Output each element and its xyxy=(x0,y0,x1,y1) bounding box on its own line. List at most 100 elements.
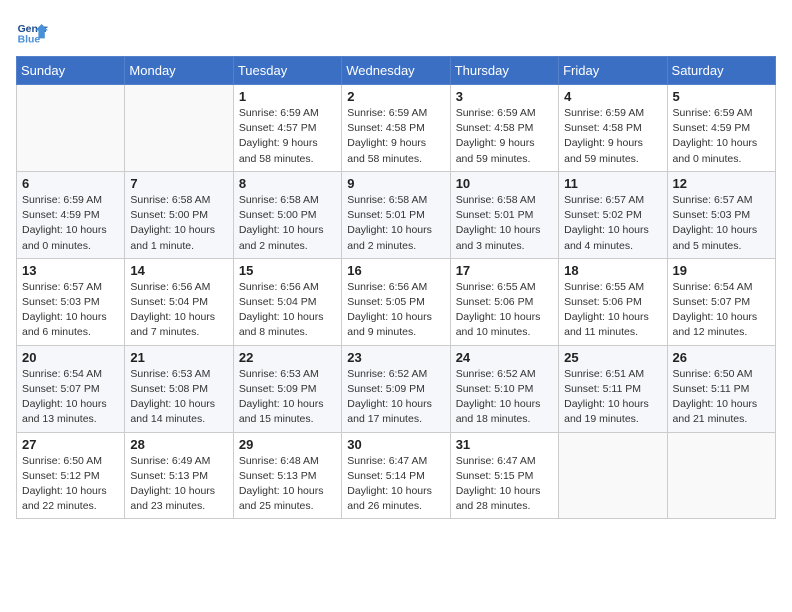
calendar-cell xyxy=(125,85,233,172)
calendar-cell: 7Sunrise: 6:58 AMSunset: 5:00 PMDaylight… xyxy=(125,171,233,258)
day-number: 23 xyxy=(347,350,444,365)
day-info: Sunrise: 6:59 AMSunset: 4:57 PMDaylight:… xyxy=(239,106,336,167)
calendar-cell: 15Sunrise: 6:56 AMSunset: 5:04 PMDayligh… xyxy=(233,258,341,345)
calendar-cell: 25 Sunrise: 6:51 AMSunset: 5:11 PMDayligh… xyxy=(559,345,667,432)
logo-icon: General Blue xyxy=(16,16,48,48)
logo: General Blue xyxy=(16,16,48,48)
day-number: 19 xyxy=(673,263,770,278)
day-info: Sunrise: 6:58 AMSunset: 5:00 PMDaylight:… xyxy=(130,193,227,254)
calendar-cell: 13 Sunrise: 6:57 AMSunset: 5:03 PMDayligh… xyxy=(17,258,125,345)
day-number: 11 xyxy=(564,176,661,191)
day-number: 20 xyxy=(22,350,119,365)
calendar-cell: 11 Sunrise: 6:57 AMSunset: 5:02 PMDayligh… xyxy=(559,171,667,258)
day-number: 4 xyxy=(564,89,661,104)
calendar-cell: 21Sunrise: 6:53 AMSunset: 5:08 PMDayligh… xyxy=(125,345,233,432)
calendar-cell: 31 Sunrise: 6:47 AMSunset: 5:15 PMDayligh… xyxy=(450,432,558,519)
day-info: Sunrise: 6:59 AMSunset: 4:59 PMDaylight:… xyxy=(22,193,119,254)
calendar-cell: 5 Sunrise: 6:59 AMSunset: 4:59 PMDaylight… xyxy=(667,85,775,172)
calendar-week-row: 1 Sunrise: 6:59 AMSunset: 4:57 PMDaylight… xyxy=(17,85,776,172)
day-info: Sunrise: 6:55 AMSunset: 5:06 PMDaylight:… xyxy=(456,280,553,341)
day-info: Sunrise: 6:57 AMSunset: 5:03 PMDaylight:… xyxy=(673,193,770,254)
day-number: 9 xyxy=(347,176,444,191)
day-number: 10 xyxy=(456,176,553,191)
day-number: 13 xyxy=(22,263,119,278)
day-info: Sunrise: 6:52 AMSunset: 5:09 PMDaylight:… xyxy=(347,367,444,428)
calendar-cell xyxy=(17,85,125,172)
day-info: Sunrise: 6:59 AMSunset: 4:58 PMDaylight:… xyxy=(347,106,444,167)
day-info: Sunrise: 6:51 AMSunset: 5:11 PMDaylight:… xyxy=(564,367,661,428)
day-info: Sunrise: 6:58 AMSunset: 5:00 PMDaylight:… xyxy=(239,193,336,254)
calendar-header-row: SundayMondayTuesdayWednesdayThursdayFrid… xyxy=(17,57,776,85)
col-header-saturday: Saturday xyxy=(667,57,775,85)
calendar-week-row: 20 Sunrise: 6:54 AMSunset: 5:07 PMDayligh… xyxy=(17,345,776,432)
calendar-week-row: 27 Sunrise: 6:50 AMSunset: 5:12 PMDayligh… xyxy=(17,432,776,519)
day-number: 2 xyxy=(347,89,444,104)
calendar-cell: 1 Sunrise: 6:59 AMSunset: 4:57 PMDaylight… xyxy=(233,85,341,172)
day-info: Sunrise: 6:59 AMSunset: 4:59 PMDaylight:… xyxy=(673,106,770,167)
calendar-cell: 2 Sunrise: 6:59 AMSunset: 4:58 PMDaylight… xyxy=(342,85,450,172)
day-info: Sunrise: 6:50 AMSunset: 5:12 PMDaylight:… xyxy=(22,454,119,515)
calendar-cell: 16Sunrise: 6:56 AMSunset: 5:05 PMDayligh… xyxy=(342,258,450,345)
day-info: Sunrise: 6:50 AMSunset: 5:11 PMDaylight:… xyxy=(673,367,770,428)
calendar-cell: 10 Sunrise: 6:58 AMSunset: 5:01 PMDayligh… xyxy=(450,171,558,258)
calendar-cell: 24Sunrise: 6:52 AMSunset: 5:10 PMDayligh… xyxy=(450,345,558,432)
day-number: 30 xyxy=(347,437,444,452)
day-info: Sunrise: 6:47 AMSunset: 5:15 PMDaylight:… xyxy=(456,454,553,515)
calendar-cell: 20 Sunrise: 6:54 AMSunset: 5:07 PMDayligh… xyxy=(17,345,125,432)
calendar-cell: 26 Sunrise: 6:50 AMSunset: 5:11 PMDayligh… xyxy=(667,345,775,432)
day-info: Sunrise: 6:58 AMSunset: 5:01 PMDaylight:… xyxy=(347,193,444,254)
day-info: Sunrise: 6:57 AMSunset: 5:03 PMDaylight:… xyxy=(22,280,119,341)
calendar-cell: 14Sunrise: 6:56 AMSunset: 5:04 PMDayligh… xyxy=(125,258,233,345)
day-number: 12 xyxy=(673,176,770,191)
col-header-sunday: Sunday xyxy=(17,57,125,85)
day-number: 3 xyxy=(456,89,553,104)
day-number: 14 xyxy=(130,263,227,278)
calendar-week-row: 6 Sunrise: 6:59 AMSunset: 4:59 PMDaylight… xyxy=(17,171,776,258)
calendar-cell: 9 Sunrise: 6:58 AMSunset: 5:01 PMDaylight… xyxy=(342,171,450,258)
day-info: Sunrise: 6:53 AMSunset: 5:09 PMDaylight:… xyxy=(239,367,336,428)
day-info: Sunrise: 6:56 AMSunset: 5:04 PMDaylight:… xyxy=(239,280,336,341)
calendar-cell: 30 Sunrise: 6:47 AMSunset: 5:14 PMDayligh… xyxy=(342,432,450,519)
day-info: Sunrise: 6:47 AMSunset: 5:14 PMDaylight:… xyxy=(347,454,444,515)
day-number: 5 xyxy=(673,89,770,104)
calendar-cell: 6 Sunrise: 6:59 AMSunset: 4:59 PMDaylight… xyxy=(17,171,125,258)
col-header-thursday: Thursday xyxy=(450,57,558,85)
col-header-tuesday: Tuesday xyxy=(233,57,341,85)
day-number: 22 xyxy=(239,350,336,365)
calendar-cell xyxy=(559,432,667,519)
day-number: 8 xyxy=(239,176,336,191)
day-number: 18 xyxy=(564,263,661,278)
day-info: Sunrise: 6:59 AMSunset: 4:58 PMDaylight:… xyxy=(564,106,661,167)
day-info: Sunrise: 6:54 AMSunset: 5:07 PMDaylight:… xyxy=(673,280,770,341)
calendar-cell: 18 Sunrise: 6:55 AMSunset: 5:06 PMDayligh… xyxy=(559,258,667,345)
day-number: 24 xyxy=(456,350,553,365)
calendar-cell: 27 Sunrise: 6:50 AMSunset: 5:12 PMDayligh… xyxy=(17,432,125,519)
day-number: 31 xyxy=(456,437,553,452)
calendar-cell: 4 Sunrise: 6:59 AMSunset: 4:58 PMDaylight… xyxy=(559,85,667,172)
day-info: Sunrise: 6:49 AMSunset: 5:13 PMDaylight:… xyxy=(130,454,227,515)
day-info: Sunrise: 6:53 AMSunset: 5:08 PMDaylight:… xyxy=(130,367,227,428)
day-number: 1 xyxy=(239,89,336,104)
col-header-wednesday: Wednesday xyxy=(342,57,450,85)
calendar-cell xyxy=(667,432,775,519)
day-number: 6 xyxy=(22,176,119,191)
calendar-cell: 8 Sunrise: 6:58 AMSunset: 5:00 PMDaylight… xyxy=(233,171,341,258)
day-number: 26 xyxy=(673,350,770,365)
day-info: Sunrise: 6:54 AMSunset: 5:07 PMDaylight:… xyxy=(22,367,119,428)
day-info: Sunrise: 6:58 AMSunset: 5:01 PMDaylight:… xyxy=(456,193,553,254)
calendar-cell: 3Sunrise: 6:59 AMSunset: 4:58 PMDaylight… xyxy=(450,85,558,172)
calendar-cell: 12 Sunrise: 6:57 AMSunset: 5:03 PMDayligh… xyxy=(667,171,775,258)
day-number: 27 xyxy=(22,437,119,452)
day-number: 16 xyxy=(347,263,444,278)
calendar-cell: 22 Sunrise: 6:53 AMSunset: 5:09 PMDayligh… xyxy=(233,345,341,432)
day-info: Sunrise: 6:57 AMSunset: 5:02 PMDaylight:… xyxy=(564,193,661,254)
day-number: 17 xyxy=(456,263,553,278)
day-number: 29 xyxy=(239,437,336,452)
day-info: Sunrise: 6:55 AMSunset: 5:06 PMDaylight:… xyxy=(564,280,661,341)
col-header-friday: Friday xyxy=(559,57,667,85)
day-number: 28 xyxy=(130,437,227,452)
day-number: 25 xyxy=(564,350,661,365)
svg-text:Blue: Blue xyxy=(18,34,41,45)
calendar-cell: 19 Sunrise: 6:54 AMSunset: 5:07 PMDayligh… xyxy=(667,258,775,345)
calendar-table: SundayMondayTuesdayWednesdayThursdayFrid… xyxy=(16,56,776,519)
